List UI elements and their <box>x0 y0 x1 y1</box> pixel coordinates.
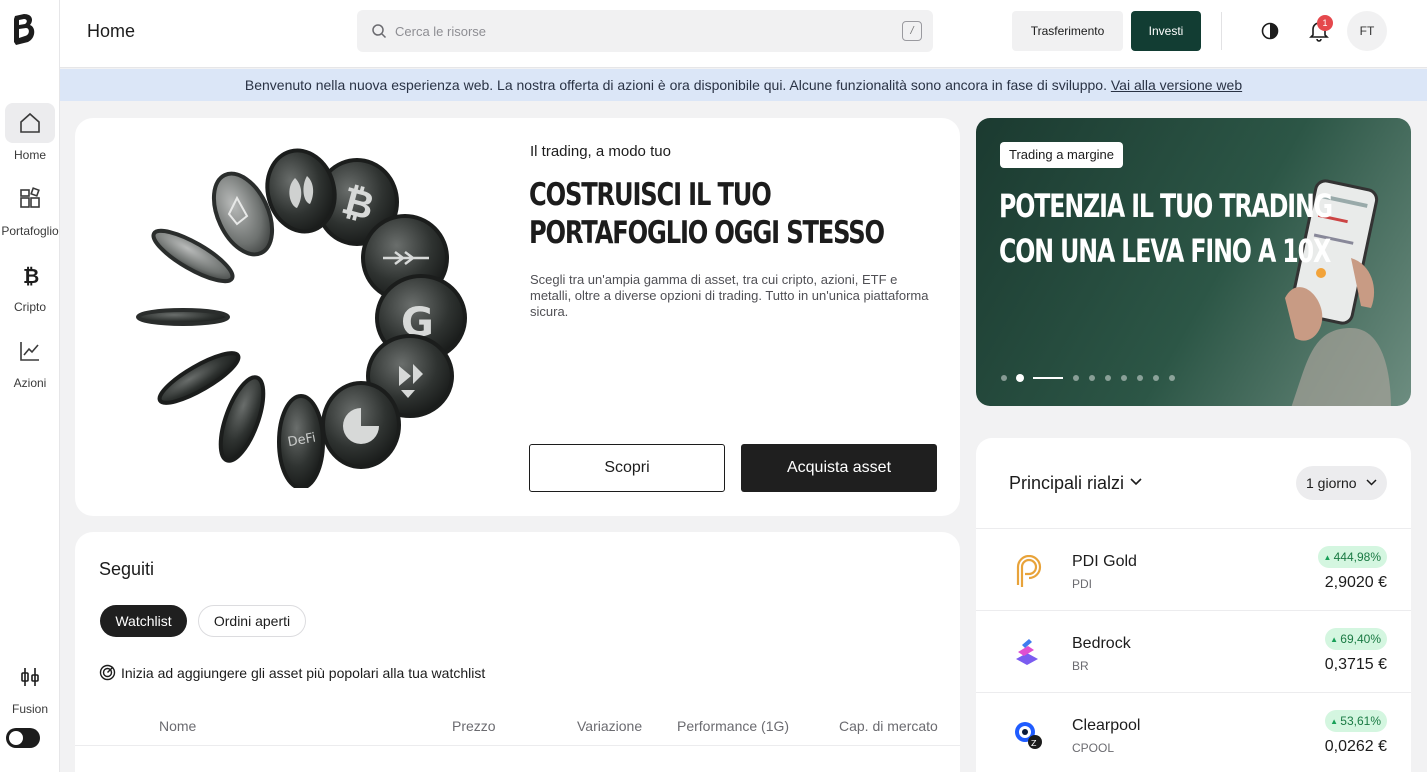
home-icon <box>5 103 55 143</box>
sidebar-item-portfolio[interactable]: Portafoglio <box>0 179 60 238</box>
sidebar-item-label: Azioni <box>13 376 47 390</box>
carousel-dot[interactable] <box>1089 375 1095 381</box>
sidebar-item-home[interactable]: Home <box>0 103 60 162</box>
asset-ticker: PDI <box>1072 577 1093 591</box>
chart-line-icon <box>5 331 55 371</box>
top-bar: Home / Trasferimento Investi 1 FT <box>60 0 1427 68</box>
sidebar: Home Portafoglio ₿ Cripto Azioni Fusion <box>0 0 60 772</box>
sidebar-item-label: Cripto <box>13 300 46 314</box>
sidebar-item-stocks[interactable]: Azioni <box>0 331 60 390</box>
tab-open-orders[interactable]: Ordini aperti <box>198 605 306 637</box>
buy-assets-button[interactable]: Acquista asset <box>741 444 937 492</box>
discover-button[interactable]: Scopri <box>529 444 725 492</box>
info-banner: Benvenuto nella nuova esperienza web. La… <box>60 69 1427 101</box>
page-title: Home <box>87 21 136 41</box>
hero-kicker: Il trading, a modo tuo <box>530 143 671 160</box>
asset-name: PDI Gold <box>1072 553 1137 570</box>
avatar[interactable]: FT <box>1347 11 1387 51</box>
hero-title: COSTRUISCI IL TUO PORTAFOGLIO OGGI STESS… <box>529 177 885 251</box>
carousel-dot[interactable] <box>1137 375 1143 381</box>
column-header-change[interactable]: Variazione <box>577 718 642 734</box>
search-box[interactable]: / <box>357 10 933 52</box>
svg-text:₿: ₿ <box>23 264 39 287</box>
following-title: Seguiti <box>99 559 155 579</box>
following-card: Seguiti Watchlist Ordini aperti Inizia a… <box>75 532 960 772</box>
promo-title: POTENZIA IL TUO TRADING CON UNA LEVA FIN… <box>999 187 1333 270</box>
watchlist-hint: Inizia ad aggiungere gli asset più popol… <box>99 664 485 681</box>
bitcoin-icon: ₿ <box>5 255 55 295</box>
period-select[interactable]: 1 giorno <box>1296 466 1387 500</box>
column-header-price[interactable]: Prezzo <box>452 718 496 734</box>
invest-button[interactable]: Investi <box>1131 11 1201 51</box>
header-divider <box>1221 12 1222 50</box>
period-value: 1 giorno <box>1306 475 1357 491</box>
top-gainers-title[interactable]: Principali rialzi <box>1009 473 1124 494</box>
asset-price: 2,9020 € <box>1324 574 1387 591</box>
column-header-market-cap[interactable]: Cap. di mercato <box>839 718 938 734</box>
change-badge: 69,40% <box>1325 628 1387 650</box>
asset-name: Clearpool <box>1072 717 1141 734</box>
portfolio-icon <box>5 179 55 219</box>
sidebar-item-crypto[interactable]: ₿ Cripto <box>0 255 60 314</box>
tab-watchlist[interactable]: Watchlist <box>100 605 187 637</box>
carousel-dot[interactable] <box>1153 375 1159 381</box>
coins-illustration: ₿ G DeFi <box>136 148 467 488</box>
column-header-name[interactable]: Nome <box>159 718 196 734</box>
promo-tag: Trading a margine <box>1000 142 1124 168</box>
theme-toggle-icon[interactable] <box>1261 22 1279 40</box>
asset-price: 0,0262 € <box>1324 738 1387 755</box>
bedrock-logo-icon <box>1016 639 1038 665</box>
fusion-toggle[interactable] <box>6 728 40 748</box>
sidebar-item-label: Home <box>13 148 46 162</box>
notification-badge: 1 <box>1317 15 1333 31</box>
gainer-row[interactable]: PDI Gold PDI 444,98% 2,9020 € <box>976 528 1411 610</box>
fusion-label: Fusion <box>11 702 49 716</box>
pdi-gold-logo-icon <box>1016 555 1042 587</box>
search-shortcut-key: / <box>902 21 922 41</box>
table-header-divider <box>75 745 960 746</box>
candlestick-icon <box>5 657 55 697</box>
chevron-down-icon <box>1366 479 1377 486</box>
banner-link[interactable]: Vai alla versione web <box>1111 77 1242 93</box>
clearpool-logo-icon: Z <box>1015 722 1042 749</box>
asset-ticker: BR <box>1072 659 1089 673</box>
carousel-dot[interactable] <box>1169 375 1175 381</box>
transfer-button[interactable]: Trasferimento <box>1012 11 1123 51</box>
banner-text: Benvenuto nella nuova esperienza web. La… <box>244 77 1111 93</box>
hero-description: Scegli tra un'ampia gamma di asset, tra … <box>530 272 929 319</box>
carousel-dot[interactable] <box>1001 375 1007 381</box>
carousel-dot[interactable] <box>1073 375 1079 381</box>
gainer-row[interactable]: Z Clearpool CPOOL 53,61% 0,0262 € <box>976 692 1411 772</box>
watchlist-hint-text: Inizia ad aggiungere gli asset più popol… <box>121 665 486 681</box>
gainer-row[interactable]: Bedrock BR 69,40% 0,3715 € <box>976 610 1411 692</box>
change-badge: 444,98% <box>1318 546 1387 568</box>
carousel-dot[interactable] <box>1121 375 1127 381</box>
carousel-dot-active[interactable] <box>1016 374 1024 382</box>
radar-icon <box>99 664 116 681</box>
asset-name: Bedrock <box>1072 635 1131 652</box>
chevron-down-icon[interactable] <box>1130 478 1142 486</box>
change-badge: 53,61% <box>1325 710 1387 732</box>
promo-carousel[interactable]: Trading a margine POTENZIA IL TUO TRADIN… <box>976 118 1411 406</box>
svg-text:Z: Z <box>1031 739 1037 748</box>
column-header-performance[interactable]: Performance (1G) <box>677 718 789 734</box>
sidebar-item-fusion[interactable]: Fusion <box>0 657 60 716</box>
carousel-progress-bar <box>1033 377 1063 379</box>
top-gainers-card: Principali rialzi 1 giorno PDI Gold PDI … <box>976 438 1411 772</box>
hero-card: ₿ G DeFi Il trading, a modo tuo COSTRUIS… <box>75 118 960 516</box>
search-input[interactable] <box>395 10 875 52</box>
asset-price: 0,3715 € <box>1324 656 1387 673</box>
carousel-dot[interactable] <box>1105 375 1111 381</box>
sidebar-item-label: Portafoglio <box>1 224 59 238</box>
search-icon <box>372 24 387 39</box>
brand-logo[interactable] <box>10 12 38 48</box>
asset-ticker: CPOOL <box>1072 741 1115 755</box>
